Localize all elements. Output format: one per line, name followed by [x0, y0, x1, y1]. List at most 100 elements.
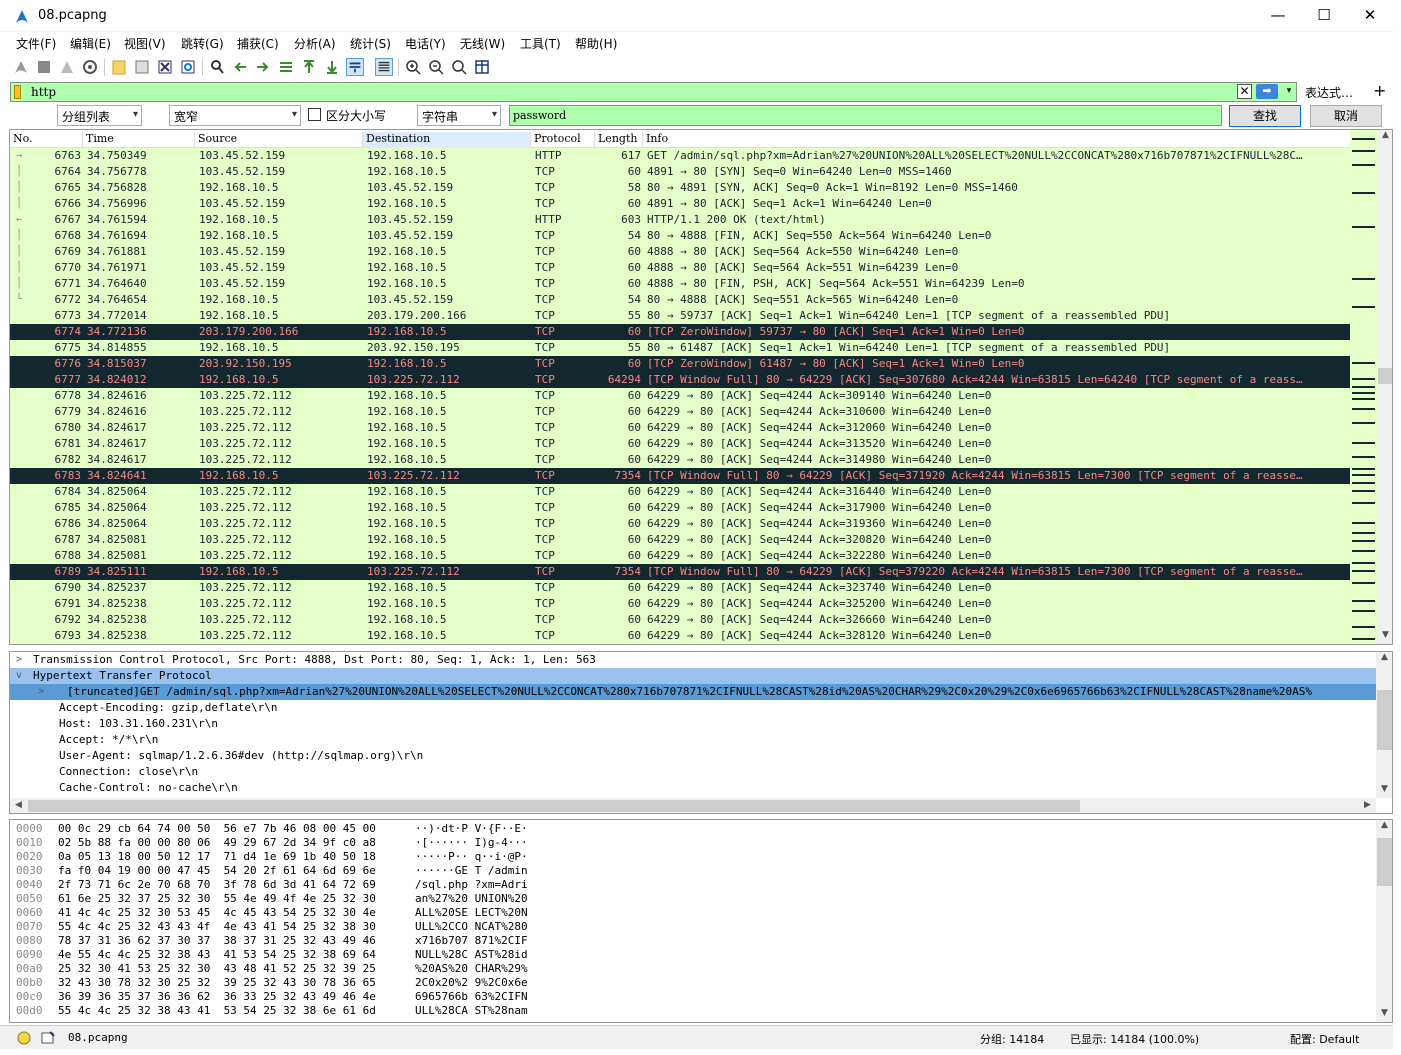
scroll-down-icon[interactable]: ▼ [1377, 630, 1392, 640]
packet-row[interactable]: 6781 34.824617 103.225.72.112 192.168.10.5 T… [10, 436, 1350, 452]
scrollbar-thumb[interactable] [28, 800, 1080, 812]
detail-row[interactable]: Cache-Control: no-cache\r\n [10, 780, 1376, 796]
expression-button[interactable]: 表达式… [1305, 84, 1353, 101]
menu-view[interactable]: 视图(V) [124, 35, 166, 52]
stop-capture-icon[interactable] [35, 58, 53, 76]
packet-row[interactable]: │ 6764 34.756778 103.45.52.159 192.168.10.5 T… [10, 164, 1350, 180]
details-hscroll[interactable]: ◀ ▶ [10, 798, 1376, 813]
packet-row[interactable]: 6793 34.825238 103.225.72.112 192.168.10.5 T… [10, 628, 1350, 644]
menu-edit[interactable]: 编辑(E) [70, 35, 111, 52]
minimize-button[interactable]: — [1255, 0, 1301, 32]
byte-row[interactable]: 00a0 25 32 30 41 53 25 32 30 43 48 41 52 … [10, 962, 1376, 976]
reload-file-icon[interactable] [179, 58, 197, 76]
detail-row[interactable]: User-Agent: sqlmap/1.2.6.36#dev (http://… [10, 748, 1376, 764]
byte-row[interactable]: 0060 41 4c 4c 25 32 30 53 45 4c 45 43 54 … [10, 906, 1376, 920]
packet-row[interactable]: │ 6766 34.756996 103.45.52.159 192.168.10.5 T… [10, 196, 1350, 212]
expert-info-icon[interactable] [16, 1030, 32, 1046]
autoscroll-icon[interactable] [346, 58, 364, 76]
start-capture-icon[interactable] [12, 58, 30, 76]
packet-row[interactable]: │ 6765 34.756828 192.168.10.5 103.45.52.159 T… [10, 180, 1350, 196]
restart-capture-icon[interactable] [58, 58, 76, 76]
packet-row[interactable]: 6788 34.825081 103.225.72.112 192.168.10.5 T… [10, 548, 1350, 564]
save-file-icon[interactable] [133, 58, 151, 76]
status-profile[interactable]: 配置: Default [1290, 1031, 1359, 1047]
menu-go[interactable]: 跳转(G) [181, 35, 224, 52]
byte-row[interactable]: 0070 55 4c 4c 25 32 43 43 4f 4e 43 41 54 … [10, 920, 1376, 934]
column-length[interactable]: Length [595, 132, 643, 148]
filter-history-dropdown[interactable]: ▾ [1283, 84, 1295, 99]
search-type-select[interactable]: 字符串 ▾ [417, 105, 501, 126]
packet-row[interactable]: 6785 34.825064 103.225.72.112 192.168.10.5 T… [10, 500, 1350, 516]
byte-row[interactable]: 00b0 32 43 30 78 32 30 25 32 39 25 32 43 … [10, 976, 1376, 990]
go-forward-icon[interactable] [254, 58, 272, 76]
column-no[interactable]: No. [10, 132, 83, 148]
column-protocol[interactable]: Protocol [531, 132, 595, 148]
packet-minimap[interactable] [1350, 130, 1377, 644]
packet-row[interactable]: │ 6768 34.761694 192.168.10.5 103.45.52.159 T… [10, 228, 1350, 244]
menu-help[interactable]: 帮助(H) [575, 35, 617, 52]
display-filter-bar[interactable]: http ✕ ➡ ▾ [10, 82, 1297, 102]
packet-row[interactable]: 6774 34.772136 203.179.200.166 192.168.10.5… [10, 324, 1350, 340]
search-scope-select[interactable]: 分组列表 ▾ [57, 105, 142, 126]
open-file-icon[interactable] [110, 58, 128, 76]
search-input[interactable]: password [509, 105, 1222, 126]
packet-row[interactable]: │ 6770 34.761971 103.45.52.159 192.168.10.5 T… [10, 260, 1350, 276]
detail-row[interactable]: v Hypertext Transfer Protocol [10, 668, 1376, 684]
scroll-down-icon[interactable]: ▼ [1376, 1008, 1392, 1018]
detail-row[interactable]: Accept-Encoding: gzip,deflate\r\n [10, 700, 1376, 716]
packet-row[interactable]: 6780 34.824617 103.225.72.112 192.168.10.5 T… [10, 420, 1350, 436]
column-info[interactable]: Info [643, 132, 1350, 148]
last-packet-icon[interactable] [323, 58, 341, 76]
cancel-button[interactable]: 取消 [1310, 105, 1382, 127]
zoom-in-icon[interactable] [404, 58, 422, 76]
scroll-up-icon[interactable]: ▲ [1376, 820, 1392, 830]
scroll-up-icon[interactable]: ▲ [1376, 652, 1392, 662]
go-to-packet-icon[interactable] [277, 58, 295, 76]
byte-row[interactable]: 0030 fa f0 04 19 00 00 47 45 54 20 2f 61 … [10, 864, 1376, 878]
packet-row[interactable]: 6792 34.825238 103.225.72.112 192.168.10.5 T… [10, 612, 1350, 628]
zoom-normal-icon[interactable] [450, 58, 468, 76]
colorize-icon[interactable] [375, 58, 393, 76]
close-file-icon[interactable] [156, 58, 174, 76]
byte-row[interactable]: 0010 02 5b 88 fa 00 00 80 06 49 29 67 2d … [10, 836, 1376, 850]
collapsed-arrow-icon[interactable]: > [38, 684, 44, 700]
detail-row[interactable]: > [truncated]GET /admin/sql.php?xm=Adrian… [10, 684, 1376, 700]
packet-row[interactable]: 6777 34.824012 192.168.10.5 103.225.72.112 T… [10, 372, 1350, 388]
packet-details[interactable]: > Transmission Control Protocol, Src Port… [9, 651, 1393, 814]
display-filter-input[interactable]: http [31, 85, 56, 99]
scrollbar-thumb[interactable] [1377, 690, 1392, 750]
add-filter-button[interactable]: + [1373, 81, 1386, 100]
byte-row[interactable]: 00d0 55 4c 4c 25 32 38 43 41 53 54 25 32 … [10, 1004, 1376, 1018]
packet-row[interactable]: 6786 34.825064 103.225.72.112 192.168.10.5 T… [10, 516, 1350, 532]
detail-row[interactable]: Host: 103.31.160.231\r\n [10, 716, 1376, 732]
details-vscroll[interactable]: ▲ ▼ [1376, 652, 1392, 798]
byte-row[interactable]: 0050 61 6e 25 32 37 25 32 30 55 4e 49 4f … [10, 892, 1376, 906]
menu-tools[interactable]: 工具(T) [520, 35, 561, 52]
packet-row[interactable]: 6791 34.825238 103.225.72.112 192.168.10.5 T… [10, 596, 1350, 612]
packet-row[interactable]: → 6763 34.750349 103.45.52.159 192.168.10.5 H… [10, 148, 1350, 164]
byte-row[interactable]: 0040 2f 73 71 6c 2e 70 68 70 3f 78 6d 3d … [10, 878, 1376, 892]
packet-row[interactable]: 6779 34.824616 103.225.72.112 192.168.10.5 T… [10, 404, 1350, 420]
maximize-button[interactable]: ☐ [1301, 0, 1347, 32]
packet-row[interactable]: └ 6772 34.764654 192.168.10.5 103.45.52.159 T… [10, 292, 1350, 308]
bookmark-icon[interactable] [14, 85, 21, 99]
scroll-up-icon[interactable]: ▲ [1377, 130, 1392, 140]
capture-options-icon[interactable] [81, 58, 99, 76]
expanded-arrow-icon[interactable]: v [16, 668, 22, 684]
packet-row[interactable]: 6775 34.814855 192.168.10.5 203.92.150.195 T… [10, 340, 1350, 356]
column-source[interactable]: Source [195, 132, 363, 148]
packet-list[interactable]: No. Time Source Destination Protocol Len… [9, 129, 1393, 645]
packet-row[interactable]: 6783 34.824641 192.168.10.5 103.225.72.112 T… [10, 468, 1350, 484]
detail-row[interactable]: Accept: */*\r\n [10, 732, 1376, 748]
case-sensitive-checkbox[interactable] [308, 108, 321, 121]
close-button[interactable]: ✕ [1347, 0, 1393, 32]
scroll-down-icon[interactable]: ▼ [1376, 784, 1392, 794]
packet-row[interactable]: 6790 34.825237 103.225.72.112 192.168.10.5 T… [10, 580, 1350, 596]
detail-row[interactable]: Connection: close\r\n [10, 764, 1376, 780]
detail-row[interactable]: > Transmission Control Protocol, Src Port… [10, 652, 1376, 668]
zoom-out-icon[interactable] [427, 58, 445, 76]
menu-wireless[interactable]: 无线(W) [460, 35, 505, 52]
menu-telephony[interactable]: 电话(Y) [405, 35, 446, 52]
packet-row[interactable]: 6782 34.824617 103.225.72.112 192.168.10.5 T… [10, 452, 1350, 468]
menu-file[interactable]: 文件(F) [16, 35, 56, 52]
